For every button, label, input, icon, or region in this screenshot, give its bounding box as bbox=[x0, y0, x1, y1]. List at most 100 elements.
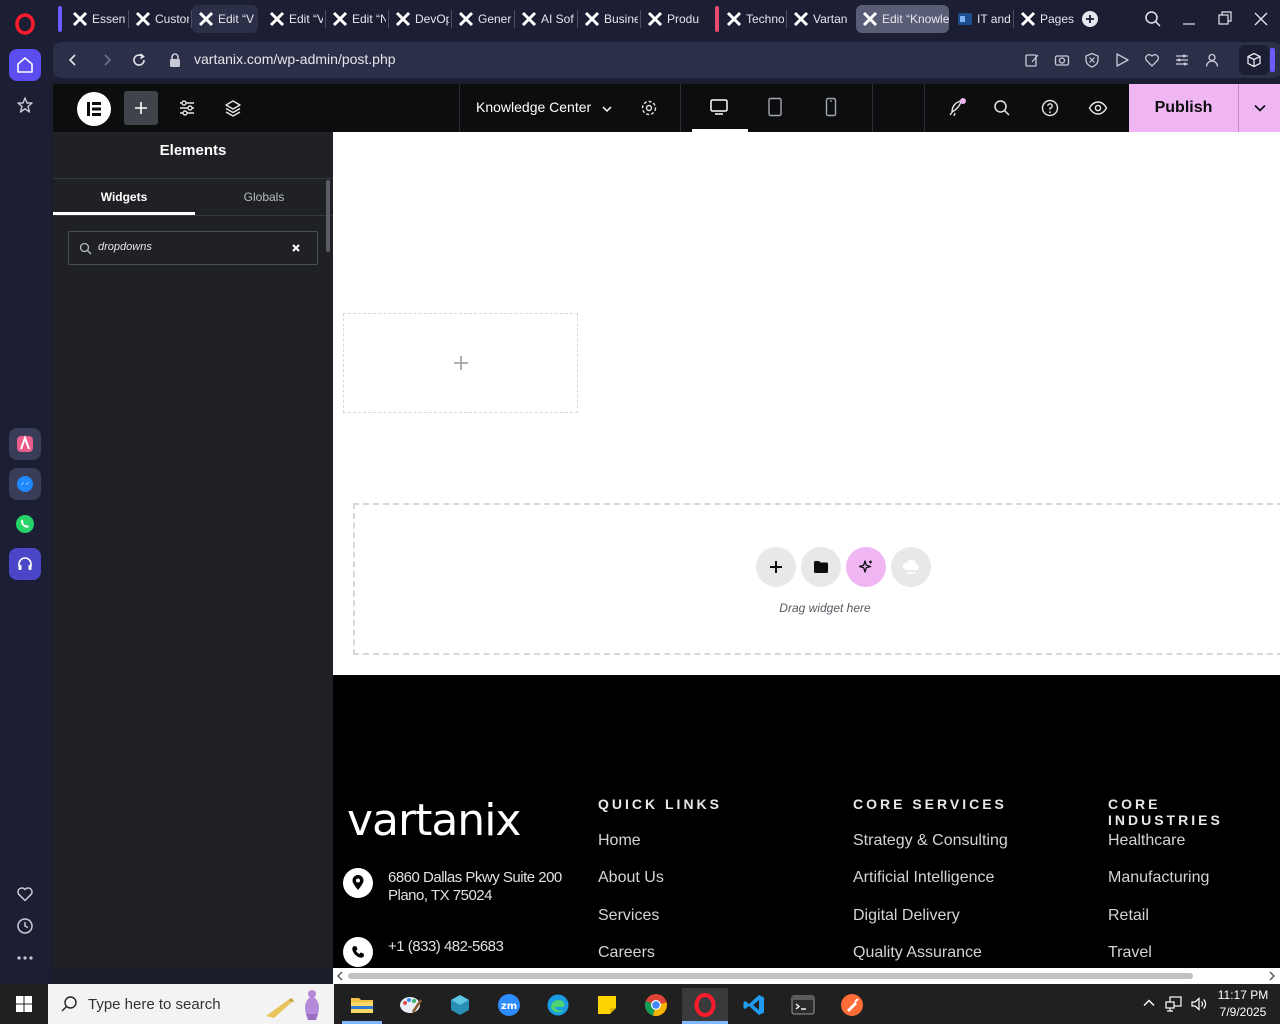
messenger-icon[interactable] bbox=[9, 468, 41, 500]
sticky-notes-icon[interactable] bbox=[587, 988, 627, 1022]
show-hidden-icons-chevron-up-icon[interactable] bbox=[1142, 996, 1156, 1015]
whatsapp-icon[interactable] bbox=[9, 508, 41, 540]
reload-icon[interactable] bbox=[131, 52, 147, 73]
url-text[interactable]: vartanix.com/wp-admin/post.php bbox=[194, 51, 396, 67]
terminal-icon[interactable] bbox=[783, 988, 823, 1022]
phone-number[interactable]: +1 (833) 482-5683 bbox=[388, 938, 504, 955]
restore-icon[interactable] bbox=[1217, 10, 1233, 33]
page-name-dropdown[interactable]: Knowledge Center bbox=[476, 99, 591, 115]
footer-link-digital-delivery[interactable]: Digital Delivery bbox=[853, 907, 960, 925]
tab-edit-knowledge-center[interactable]: Edit “Knowle bbox=[856, 5, 949, 33]
tab-edit-n[interactable]: Edit “N bbox=[326, 5, 386, 33]
tab-technology[interactable]: Techno bbox=[720, 5, 784, 33]
scroll-left-icon[interactable] bbox=[336, 971, 344, 981]
profile-icon[interactable] bbox=[1204, 52, 1220, 73]
ad-blocker-icon[interactable] bbox=[1084, 52, 1100, 73]
paint-app-icon[interactable] bbox=[391, 988, 431, 1022]
zoom-icon[interactable]: zm bbox=[489, 988, 529, 1022]
file-explorer-icon[interactable] bbox=[342, 988, 382, 1022]
add-element-button[interactable] bbox=[124, 91, 158, 125]
extensions-button[interactable] bbox=[1239, 45, 1269, 75]
postman-icon[interactable] bbox=[832, 988, 872, 1022]
home-icon[interactable] bbox=[9, 49, 41, 81]
bookmark-heart-icon[interactable] bbox=[1144, 52, 1160, 73]
edit-page-icon[interactable] bbox=[1024, 52, 1040, 73]
tab-pages[interactable]: Pages bbox=[1014, 5, 1074, 33]
app-hexagon-icon[interactable] bbox=[440, 988, 480, 1022]
add-container-button[interactable] bbox=[756, 547, 796, 587]
footer-link-retail[interactable]: Retail bbox=[1108, 907, 1149, 925]
forward-icon[interactable] bbox=[99, 52, 115, 73]
footer-link-healthcare[interactable]: Healthcare bbox=[1108, 832, 1185, 850]
tab-business[interactable]: Busine bbox=[578, 5, 638, 33]
scroll-right-icon[interactable] bbox=[1268, 971, 1276, 981]
opera-logo-icon[interactable] bbox=[9, 8, 41, 40]
footer-link-quality-assurance[interactable]: Quality Assurance bbox=[853, 944, 982, 962]
preview-eye-icon[interactable] bbox=[1088, 99, 1108, 122]
tab-products[interactable]: Produ bbox=[641, 5, 701, 33]
new-tab-button[interactable] bbox=[1082, 11, 1098, 27]
elementor-logo-icon[interactable] bbox=[77, 92, 111, 126]
tab-edit-v-1[interactable]: Edit “V bbox=[192, 5, 258, 33]
footer-link-manufacturing[interactable]: Manufacturing bbox=[1108, 869, 1209, 887]
history-icon[interactable] bbox=[9, 910, 41, 942]
aria-icon[interactable] bbox=[9, 428, 41, 460]
vscode-icon[interactable] bbox=[734, 988, 774, 1022]
chevron-down-icon[interactable] bbox=[601, 102, 613, 120]
network-icon[interactable] bbox=[1165, 995, 1183, 1018]
empty-column-dropzone[interactable] bbox=[343, 313, 578, 413]
cloud-templates-button[interactable] bbox=[891, 547, 931, 587]
clock-time[interactable]: 11:17 PM bbox=[1212, 988, 1274, 1002]
footer-link-about-us[interactable]: About Us bbox=[598, 869, 664, 887]
opera-taskbar-icon[interactable] bbox=[682, 988, 728, 1022]
desktop-view-icon[interactable] bbox=[709, 98, 729, 121]
notifications-rocket-icon[interactable] bbox=[946, 98, 968, 123]
footer-link-home[interactable]: Home bbox=[598, 832, 641, 850]
edge-browser-icon[interactable] bbox=[538, 988, 578, 1022]
search-tabs-icon[interactable] bbox=[1144, 10, 1162, 33]
volume-icon[interactable] bbox=[1190, 995, 1208, 1018]
tab-ai-software[interactable]: AI Sof bbox=[515, 5, 575, 33]
windows-start-icon[interactable] bbox=[0, 984, 48, 1024]
tab-essent[interactable]: Essent bbox=[66, 5, 126, 33]
tab-vartanix[interactable]: Vartan bbox=[787, 5, 847, 33]
footer-link-careers[interactable]: Careers bbox=[598, 944, 655, 962]
scrollbar-thumb[interactable] bbox=[348, 973, 1193, 979]
lock-icon[interactable] bbox=[168, 52, 182, 73]
chrome-icon[interactable] bbox=[636, 988, 676, 1022]
minimize-icon[interactable] bbox=[1181, 10, 1197, 33]
finder-search-icon[interactable] bbox=[993, 99, 1011, 122]
footer-link-services[interactable]: Services bbox=[598, 907, 659, 925]
site-settings-icon[interactable] bbox=[178, 99, 196, 122]
taskbar-search-box[interactable]: Type here to search bbox=[48, 984, 334, 1024]
send-icon[interactable] bbox=[1114, 52, 1130, 73]
help-icon[interactable] bbox=[1041, 99, 1059, 122]
tablet-view-icon[interactable] bbox=[767, 97, 783, 122]
add-widget-plus-icon[interactable] bbox=[453, 355, 469, 371]
music-player-icon[interactable] bbox=[9, 548, 41, 580]
tab-widgets[interactable]: Widgets bbox=[53, 179, 195, 215]
footer-link-strategy[interactable]: Strategy & Consulting bbox=[853, 832, 1008, 850]
horizontal-scrollbar[interactable] bbox=[333, 968, 1280, 984]
easy-setup-icon[interactable] bbox=[1174, 52, 1190, 73]
panel-scrollbar[interactable] bbox=[326, 180, 330, 252]
clear-search-icon[interactable] bbox=[291, 243, 301, 253]
footer-link-travel[interactable]: Travel bbox=[1108, 944, 1152, 962]
add-template-button[interactable] bbox=[801, 547, 841, 587]
tab-it-and[interactable]: IT and bbox=[951, 5, 1011, 33]
back-icon[interactable] bbox=[65, 52, 81, 73]
clock-date[interactable]: 7/9/2025 bbox=[1212, 1005, 1274, 1019]
snapshot-icon[interactable] bbox=[1054, 52, 1070, 73]
ai-generate-button[interactable] bbox=[846, 547, 886, 587]
tab-edit-v-2[interactable]: Edit “V bbox=[263, 5, 323, 33]
heart-icon[interactable] bbox=[9, 878, 41, 910]
footer-link-ai[interactable]: Artificial Intelligence bbox=[853, 869, 994, 887]
tab-general[interactable]: Gener bbox=[452, 5, 512, 33]
more-icon[interactable] bbox=[9, 942, 41, 974]
tab-custom[interactable]: Custor bbox=[129, 5, 189, 33]
widget-search-input[interactable]: dropdowns bbox=[68, 231, 318, 265]
page-settings-gear-icon[interactable] bbox=[640, 99, 658, 122]
pinboard-icon[interactable] bbox=[9, 89, 41, 121]
vartanix-logo[interactable]: vartanix bbox=[347, 795, 521, 846]
structure-layers-icon[interactable] bbox=[224, 99, 242, 122]
